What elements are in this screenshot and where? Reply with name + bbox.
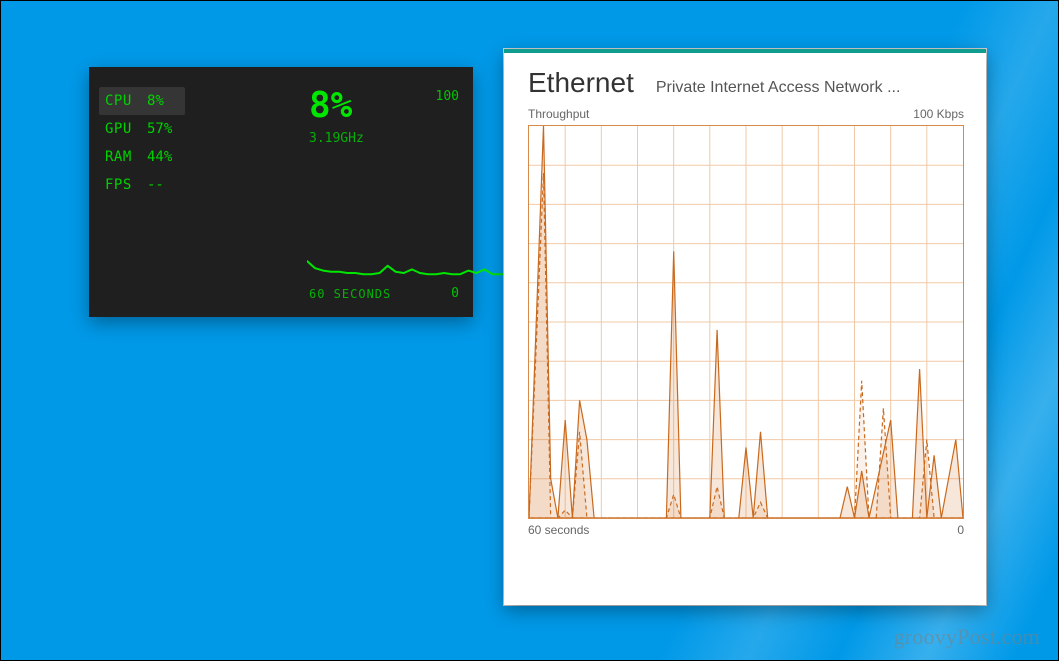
stat-value: 8% — [147, 87, 185, 115]
stat-row-gpu[interactable]: GPU 57% — [105, 115, 185, 143]
stat-label: RAM — [105, 143, 147, 171]
stat-label: GPU — [105, 115, 147, 143]
watermark-text: groovyPost.com — [894, 624, 1040, 650]
stat-row-ram[interactable]: RAM 44% — [105, 143, 185, 171]
chart-y-max: 100 — [436, 89, 459, 104]
cpu-frequency: 3.19GHz — [309, 131, 364, 146]
network-x-axis-right: 0 — [957, 523, 964, 537]
performance-overlay-widget[interactable]: CPU 8% GPU 57% RAM 44% FPS -- 8% 3.19GHz… — [89, 67, 473, 317]
stat-label: FPS — [105, 171, 147, 199]
stat-label: CPU — [105, 87, 147, 115]
network-throughput-chart-svg — [529, 126, 963, 518]
stat-value: -- — [147, 171, 185, 199]
network-subtitle: Private Internet Access Network ... — [656, 79, 966, 97]
stat-row-cpu[interactable]: CPU 8% — [99, 87, 185, 115]
network-throughput-widget[interactable]: Ethernet Private Internet Access Network… — [504, 49, 986, 605]
network-meta-left: Throughput — [528, 107, 589, 121]
network-chart — [528, 125, 964, 519]
network-meta-right: 100 Kbps — [913, 107, 964, 121]
chart-y-min: 0 — [451, 286, 459, 301]
selected-stat-big-value: 8% — [309, 85, 352, 126]
stat-value: 57% — [147, 115, 185, 143]
network-header: Ethernet Private Internet Access Network… — [504, 53, 986, 101]
network-x-axis-left: 60 seconds — [528, 523, 589, 537]
network-x-axis: 60 seconds 0 — [504, 519, 986, 537]
performance-stats-list: CPU 8% GPU 57% RAM 44% FPS -- — [105, 87, 185, 199]
chart-x-label: 60 SECONDS — [309, 287, 391, 301]
stat-row-fps[interactable]: FPS -- — [105, 171, 185, 199]
network-title: Ethernet — [528, 67, 634, 99]
network-meta-row: Throughput 100 Kbps — [504, 101, 986, 123]
stat-value: 44% — [147, 143, 185, 171]
